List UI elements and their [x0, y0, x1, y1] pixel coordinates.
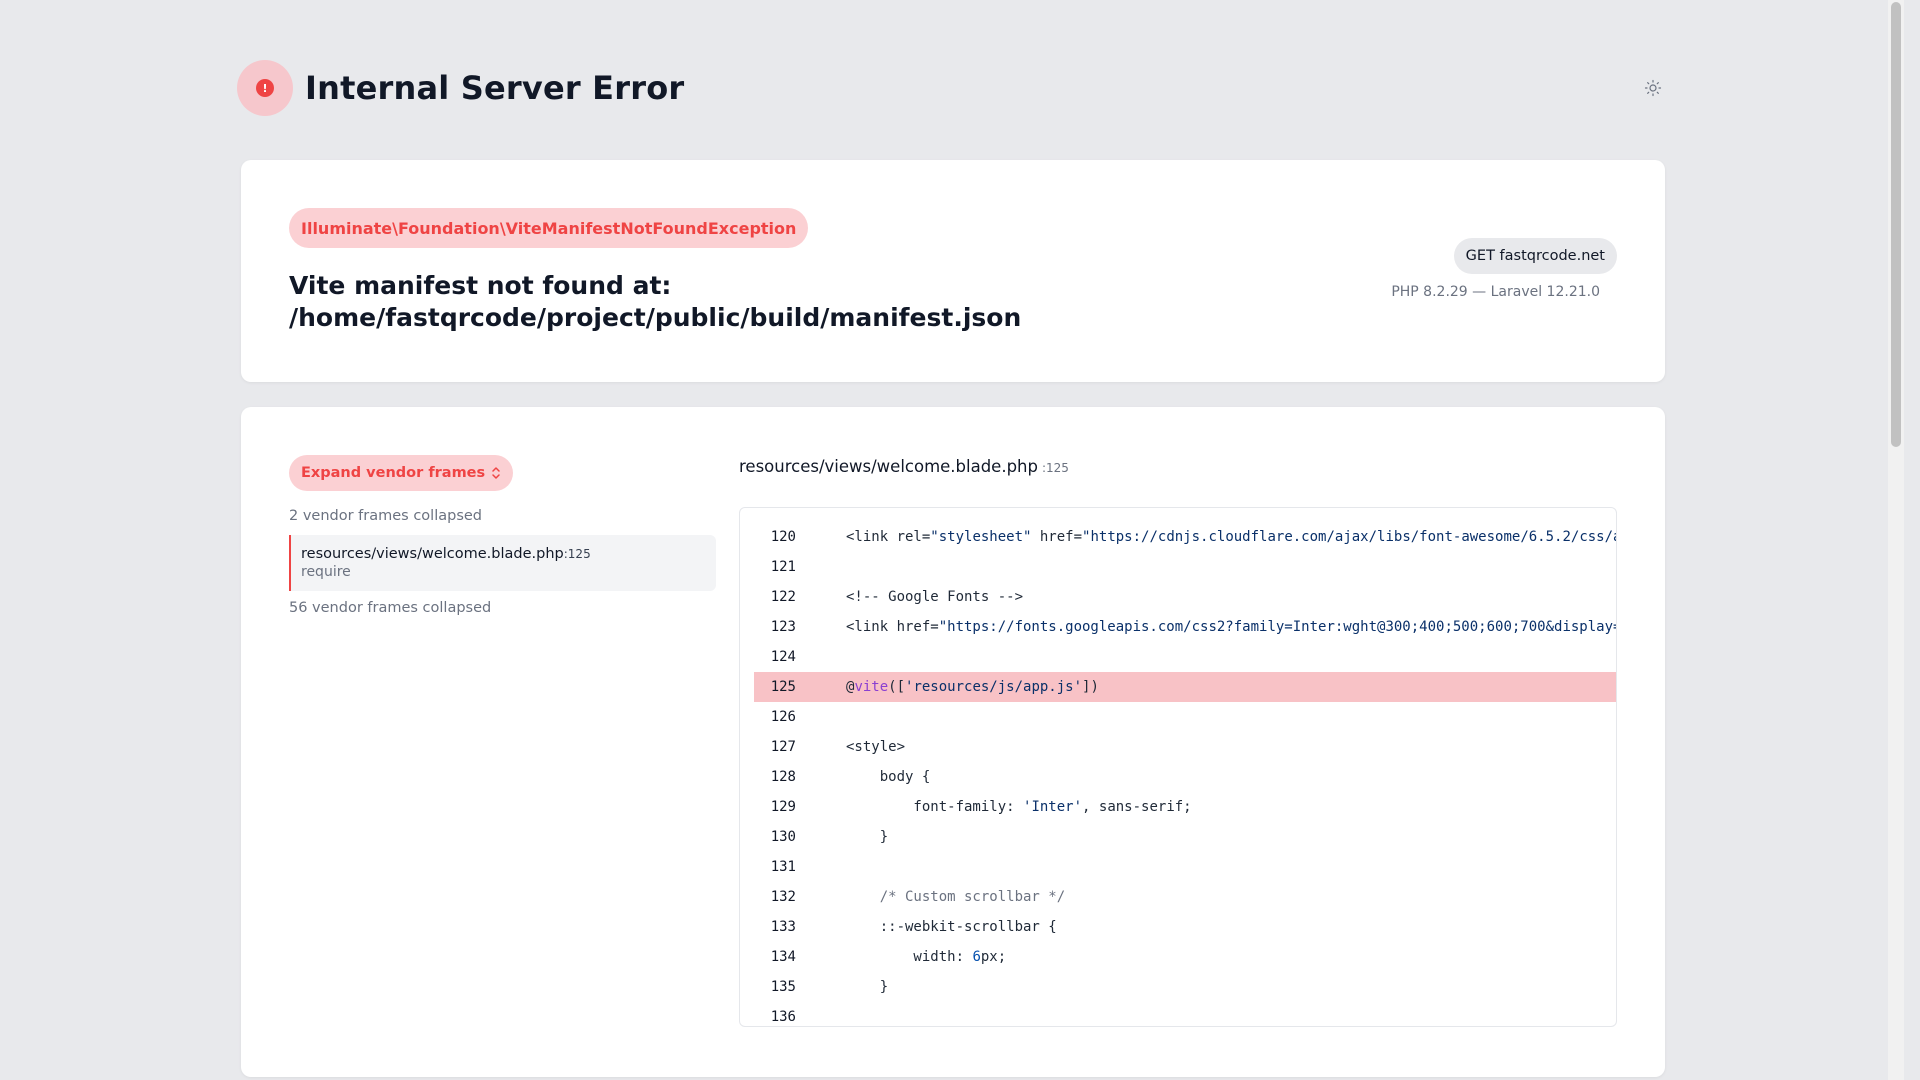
- error-page: ! Internal Server Error Illuminate\Found…: [0, 0, 1904, 1080]
- page-scrollbar[interactable]: [1888, 0, 1904, 1080]
- code-line: 123 <link href="https://fonts.googleapis.…: [754, 612, 1616, 642]
- code-line-number: 121: [770, 559, 796, 575]
- code-line: 120 <link rel="stylesheet" href="https://…: [754, 522, 1616, 552]
- code-line: 128 body {: [754, 762, 1616, 792]
- code-line-text: @vite(['resources/js/app.js']): [846, 679, 1099, 695]
- code-line: 125 @vite(['resources/js/app.js']): [754, 672, 1616, 702]
- code-line-text: ::-webkit-scrollbar {: [846, 919, 1057, 935]
- code-line-text: body {: [846, 769, 931, 785]
- code-line-number: 120: [770, 529, 796, 545]
- code-line-number: 126: [770, 709, 796, 725]
- code-line-text: <link href="https://fonts.googleapis.com…: [846, 619, 1616, 635]
- code-line: 126: [754, 702, 1616, 732]
- version-info: PHP 8.2.29 — Laravel 12.21.0: [1391, 284, 1600, 300]
- code-line: 131: [754, 852, 1616, 882]
- code-line: 134 width: 6px;: [754, 942, 1616, 972]
- code-lines: 120 <link rel="stylesheet" href="https://…: [754, 522, 1616, 1026]
- code-line: 124: [754, 642, 1616, 672]
- frame-file: resources/views/welcome.blade.php: [301, 546, 564, 562]
- code-line-number: 125: [770, 679, 796, 695]
- code-file-path: resources/views/welcome.blade.php:125: [739, 457, 1069, 476]
- code-line-number: 123: [770, 619, 796, 635]
- stack-trace-card: Expand vendor frames 2 vendor frames col…: [241, 407, 1665, 1077]
- code-line-number: 129: [770, 799, 796, 815]
- code-line: 122 <!-- Google Fonts -->: [754, 582, 1616, 612]
- code-line: 121: [754, 552, 1616, 582]
- code-line-text: }: [846, 829, 889, 845]
- expand-vendor-frames-button[interactable]: Expand vendor frames: [289, 455, 514, 491]
- code-line-text: <style>: [846, 739, 906, 755]
- code-line-text: width: 6px;: [846, 949, 1007, 965]
- code-line: 132 /* Custom scrollbar */: [754, 882, 1616, 912]
- code-line-text: <!-- Google Fonts -->: [846, 589, 1024, 605]
- code-line-text: <link rel="stylesheet" href="https://cdn…: [846, 529, 1616, 545]
- sun-icon[interactable]: [1641, 76, 1665, 100]
- request-badge: GET fastqrcode.net: [1453, 238, 1617, 274]
- code-line-number: 130: [770, 829, 796, 845]
- code-line-text: font-family: 'Inter', sans-serif;: [846, 799, 1192, 815]
- scrollbar-thumb[interactable]: [1891, 2, 1901, 447]
- exception-class-badge: Illuminate\Foundation\ViteManifestNotFou…: [289, 208, 809, 248]
- code-file-name: resources/views/welcome.blade.php: [739, 457, 1038, 476]
- code-line-number: 136: [770, 1009, 796, 1025]
- code-line: 136: [754, 1002, 1616, 1026]
- chevron-up-down-icon: [491, 466, 501, 480]
- code-line-number: 127: [770, 739, 796, 755]
- vendor-frames-collapsed-bottom[interactable]: 56 vendor frames collapsed: [289, 600, 491, 616]
- exception-card: Illuminate\Foundation\ViteManifestNotFou…: [241, 160, 1665, 382]
- code-line-number: 134: [770, 949, 796, 965]
- code-line-text: }: [846, 979, 889, 995]
- code-viewer: 120 <link rel="stylesheet" href="https://…: [739, 507, 1617, 1027]
- code-line: 127 <style>: [754, 732, 1616, 762]
- code-line-number: 124: [770, 649, 796, 665]
- code-line: 129 font-family: 'Inter', sans-serif;: [754, 792, 1616, 822]
- frame-function: require: [301, 564, 351, 580]
- code-line: 133 ::-webkit-scrollbar {: [754, 912, 1616, 942]
- vendor-frames-collapsed-top[interactable]: 2 vendor frames collapsed: [289, 508, 482, 524]
- code-line: 135 }: [754, 972, 1616, 1002]
- page-header: ! Internal Server Error: [237, 60, 1665, 116]
- code-line-number: 122: [770, 589, 796, 605]
- code-line-number: 131: [770, 859, 796, 875]
- page-title: Internal Server Error: [305, 69, 685, 107]
- code-line-number: 135: [770, 979, 796, 995]
- alert-circle-icon: !: [237, 60, 293, 116]
- code-line-number: 133: [770, 919, 796, 935]
- code-line: 130 }: [754, 822, 1616, 852]
- code-file-line: :125: [1041, 461, 1069, 475]
- code-line-text: /* Custom scrollbar */: [879, 889, 1066, 905]
- expand-vendor-frames-label: Expand vendor frames: [301, 465, 486, 481]
- error-message: Vite manifest not found at: /home/fastqr…: [289, 271, 1022, 332]
- frame-line: :125: [563, 547, 591, 561]
- code-line-number: 128: [770, 769, 796, 785]
- code-line-number: 132: [770, 889, 796, 905]
- stack-frame-item[interactable]: resources/views/welcome.blade.php:125 re…: [289, 535, 716, 591]
